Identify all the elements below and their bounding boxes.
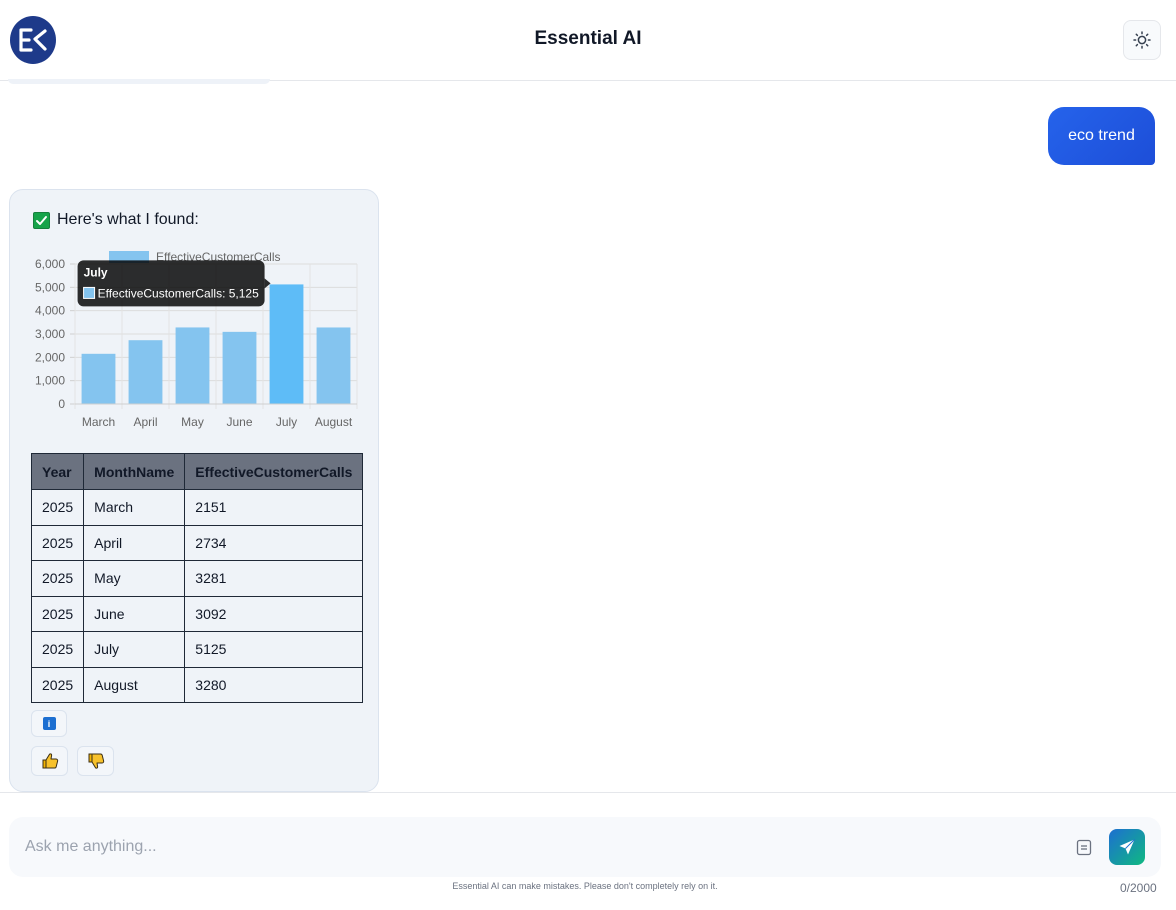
table-row: 2025 April 2734 bbox=[30, 524, 364, 561]
table-cell: May bbox=[83, 560, 186, 597]
send-icon bbox=[1119, 839, 1135, 855]
bar bbox=[81, 353, 116, 404]
y-tick-label: 1,000 bbox=[35, 374, 65, 388]
tooltip-title: July bbox=[84, 265, 108, 279]
assistant-intro: Here's what I found: bbox=[33, 211, 199, 229]
table-cell: 2025 bbox=[30, 524, 85, 561]
y-tick-label: 5,000 bbox=[35, 280, 65, 294]
bar bbox=[175, 327, 210, 404]
table-cell: 2025 bbox=[30, 631, 85, 668]
table-cell: March bbox=[83, 489, 186, 526]
previous-message-edge bbox=[8, 79, 270, 84]
table-cell: 2025 bbox=[30, 595, 85, 632]
table-cell: 3281 bbox=[184, 560, 364, 597]
y-tick-label: 2,000 bbox=[35, 350, 65, 364]
y-tick-label: 4,000 bbox=[35, 304, 65, 318]
bar bbox=[269, 284, 304, 404]
composer-divider bbox=[0, 792, 1176, 793]
assistant-intro-text: Here's what I found: bbox=[57, 211, 199, 228]
char-counter: 0/2000 bbox=[1120, 881, 1157, 895]
thumbs-down-button[interactable] bbox=[77, 746, 114, 776]
table-row: 2025 July 5125 bbox=[30, 631, 364, 668]
theme-toggle-button[interactable] bbox=[1123, 20, 1161, 60]
table-cell: 2734 bbox=[184, 524, 364, 561]
disclaimer-text: Essential AI can make mistakes. Please d… bbox=[452, 881, 718, 891]
bar-chart[interactable]: EffectiveCustomerCalls01,0002,0003,0004,… bbox=[30, 245, 370, 445]
table-header-cell: Year bbox=[30, 453, 85, 490]
user-message-text: eco trend bbox=[1068, 127, 1135, 144]
assistant-message: Here's what I found: EffectiveCustomerCa… bbox=[9, 189, 379, 792]
app-header: Essential AI bbox=[0, 0, 1176, 81]
table-cell: June bbox=[83, 595, 186, 632]
user-message: eco trend bbox=[1048, 107, 1155, 165]
bar bbox=[128, 340, 163, 404]
thumbs-up-icon bbox=[42, 753, 58, 769]
table-row: 2025 March 2151 bbox=[30, 489, 364, 526]
info-icon: i bbox=[42, 717, 56, 730]
table-cell: 2025 bbox=[30, 666, 85, 703]
table-cell: 2025 bbox=[30, 560, 85, 597]
thumbs-up-button[interactable] bbox=[31, 746, 68, 776]
table-cell: April bbox=[83, 524, 186, 561]
tooltip-swatch bbox=[83, 286, 96, 299]
bar bbox=[222, 331, 257, 404]
x-tick-label: June bbox=[226, 415, 252, 429]
x-tick-label: August bbox=[315, 415, 353, 429]
results-table: Year MonthName EffectiveCustomerCalls 20… bbox=[30, 453, 364, 703]
table-cell: August bbox=[83, 666, 186, 703]
bar bbox=[316, 327, 351, 404]
table-row: 2025 August 3280 bbox=[30, 666, 364, 703]
table-cell: 2151 bbox=[184, 489, 364, 526]
document-icon[interactable] bbox=[1076, 839, 1092, 856]
composer bbox=[9, 817, 1161, 877]
table-header-row: Year MonthName EffectiveCustomerCalls bbox=[30, 453, 364, 490]
x-tick-label: April bbox=[133, 415, 157, 429]
table-row: 2025 June 3092 bbox=[30, 595, 364, 632]
table-row: 2025 May 3281 bbox=[30, 560, 364, 597]
x-tick-label: July bbox=[276, 415, 297, 429]
table-cell: 2025 bbox=[30, 489, 85, 526]
table-cell: 3280 bbox=[184, 666, 364, 703]
y-tick-label: 0 bbox=[58, 397, 65, 411]
message-input[interactable] bbox=[9, 817, 1059, 877]
app-title: Essential AI bbox=[534, 28, 642, 49]
table-cell: 3092 bbox=[184, 595, 364, 632]
tooltip-label: EffectiveCustomerCalls: 5,125 bbox=[98, 286, 260, 300]
table-cell: 5125 bbox=[184, 631, 364, 668]
table-cell: July bbox=[83, 631, 186, 668]
send-button[interactable] bbox=[1109, 829, 1145, 865]
x-tick-label: March bbox=[82, 415, 115, 429]
x-tick-label: May bbox=[181, 415, 204, 429]
info-button[interactable]: i bbox=[31, 710, 67, 737]
y-tick-label: 3,000 bbox=[35, 327, 65, 341]
table-header-cell: EffectiveCustomerCalls bbox=[184, 453, 364, 490]
sun-icon bbox=[1133, 31, 1151, 49]
thumbs-down-icon bbox=[88, 753, 104, 769]
checkmark-icon bbox=[33, 211, 50, 229]
table-header-cell: MonthName bbox=[83, 453, 186, 490]
y-tick-label: 6,000 bbox=[35, 257, 65, 271]
